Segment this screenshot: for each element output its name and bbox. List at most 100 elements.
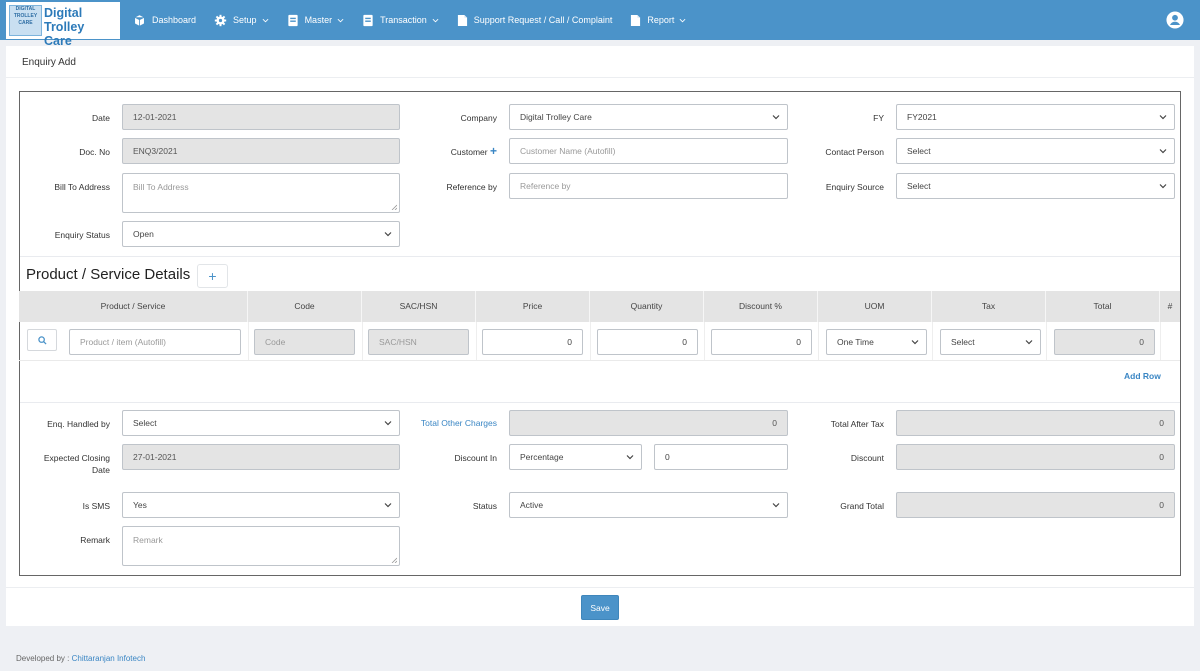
chevron-down-icon [772,503,780,508]
nav-transaction[interactable]: Transaction [362,14,439,27]
column-header: Code [248,291,362,322]
column-header: Tax [932,291,1046,322]
nav-master[interactable]: Master [287,14,345,27]
total-after-tax-field[interactable]: 0 [896,410,1175,436]
chevron-down-icon [626,455,634,460]
is-sms-select[interactable]: Yes [122,492,400,518]
add-product-button[interactable]: + [197,264,228,288]
chevron-down-icon [911,340,919,345]
date-label: Date [92,113,110,123]
discount-in-select[interactable]: Percentage [509,444,642,470]
chevron-down-icon [384,232,392,237]
contact-person-select[interactable]: Select [896,138,1175,164]
expected-closing-date-field[interactable]: 27-01-2021 [122,444,400,470]
column-header: # [1167,301,1173,311]
nav-report[interactable]: Report [630,14,686,27]
chevron-down-icon [679,18,686,22]
column-separator [704,322,705,360]
main-nav: Dashboard Setup Master Transaction Suppo… [133,0,704,40]
product-table-header: Product / Service Code SAC/HSN Price Qua… [19,291,1180,322]
book-icon [287,14,298,26]
section-divider [20,402,1180,403]
column-separator [590,322,591,360]
bill-to-address-textarea[interactable]: Bill To Address [122,173,400,213]
nav-dashboard[interactable]: Dashboard [133,13,196,27]
product-section-title: Product / Service Details [26,266,191,283]
total-other-charges-field[interactable]: 0 [509,410,788,436]
company-select[interactable]: Digital Trolley Care [509,104,788,130]
nav-setup[interactable]: Setup [214,14,269,27]
date-field[interactable]: 12-01-2021 [122,104,400,130]
column-header: Price [476,291,590,322]
product-total-field[interactable]: 0 [1054,329,1155,355]
resize-grip-icon[interactable] [391,204,397,210]
top-navbar: DIGITAL TROLLEY CARE Digital Trolley Car… [0,0,1200,48]
product-sac-hsn-field[interactable]: SAC/HSN [368,329,469,355]
product-search-button[interactable] [27,329,57,351]
page-title: Enquiry Add [22,57,76,68]
doc-no-field[interactable]: ENQ3/2021 [122,138,400,164]
resize-grip-icon[interactable] [391,557,397,563]
grand-total-field[interactable]: 0 [896,492,1175,518]
bill-to-address-label: Bill To Address [54,182,110,192]
remark-textarea[interactable]: Remark [122,526,400,566]
product-uom-select[interactable]: One Time [826,329,927,355]
customer-label: Customer + [450,144,497,158]
file-icon [631,14,641,26]
column-header: UOM [818,291,932,322]
enquiry-source-select[interactable]: Select [896,173,1175,199]
enquiry-status-label: Enquiry Status [54,230,110,240]
logo-qr-graphic: DIGITAL TROLLEY CARE [9,5,42,36]
total-after-tax-label: Total After Tax [830,419,884,429]
column-header: SAC/HSN [362,291,476,322]
enquiry-status-select[interactable]: Open [122,221,400,247]
plus-icon: + [208,268,217,284]
panel-header: Enquiry Add [6,46,1194,78]
product-quantity-input[interactable]: 0 [597,329,698,355]
product-item-input[interactable]: Product / item (Autofill) [69,329,241,355]
discount-field[interactable]: 0 [896,444,1175,470]
product-tax-select[interactable]: Select [940,329,1041,355]
column-separator [1046,322,1047,360]
column-header: Total [1046,291,1160,322]
column-separator [1160,322,1161,360]
chevron-down-icon [1025,340,1033,345]
reference-by-input[interactable]: Reference by [509,173,788,199]
add-customer-plus-icon[interactable]: + [490,144,497,158]
nav-support-request[interactable]: Support Request / Call / Complaint [457,14,612,27]
product-price-input[interactable]: 0 [482,329,583,355]
file-icon [457,14,467,26]
brand-name: Digital Trolley Care [44,6,85,48]
column-header: Discount % [704,291,818,322]
gear-icon [214,14,227,26]
search-icon [37,335,47,345]
add-row-link[interactable]: Add Row [1124,371,1161,381]
enq-handled-by-select[interactable]: Select [122,410,400,436]
company-label: Company [460,113,497,123]
app-logo[interactable]: DIGITAL TROLLEY CARE Digital Trolley Car… [6,2,120,48]
table-row-border [19,360,1180,361]
is-sms-label: Is SMS [82,501,110,511]
column-header: Product / Service [19,291,248,322]
chevron-down-icon [384,503,392,508]
product-discount-input[interactable]: 0 [711,329,812,355]
customer-input[interactable]: Customer Name (Autofill) [509,138,788,164]
contact-person-label: Contact Person [825,147,884,157]
enquiry-source-label: Enquiry Source [825,182,884,192]
user-account-icon[interactable] [1166,11,1184,29]
save-button[interactable]: Save [581,595,619,620]
developer-link[interactable]: Chittaranjan Infotech [72,654,146,663]
status-label: Status [472,501,497,511]
column-separator [476,322,477,360]
grand-total-label: Grand Total [840,501,884,511]
discount-in-amount-input[interactable]: 0 [654,444,788,470]
total-other-charges-link[interactable]: Total Other Charges [407,418,497,428]
discount-in-label: Discount In [454,453,497,463]
fy-select[interactable]: FY2021 [896,104,1175,130]
product-code-field[interactable]: Code [254,329,355,355]
status-select[interactable]: Active [509,492,788,518]
column-separator [818,322,819,360]
chevron-down-icon [772,115,780,120]
column-separator [248,322,249,360]
chevron-down-icon [384,421,392,426]
